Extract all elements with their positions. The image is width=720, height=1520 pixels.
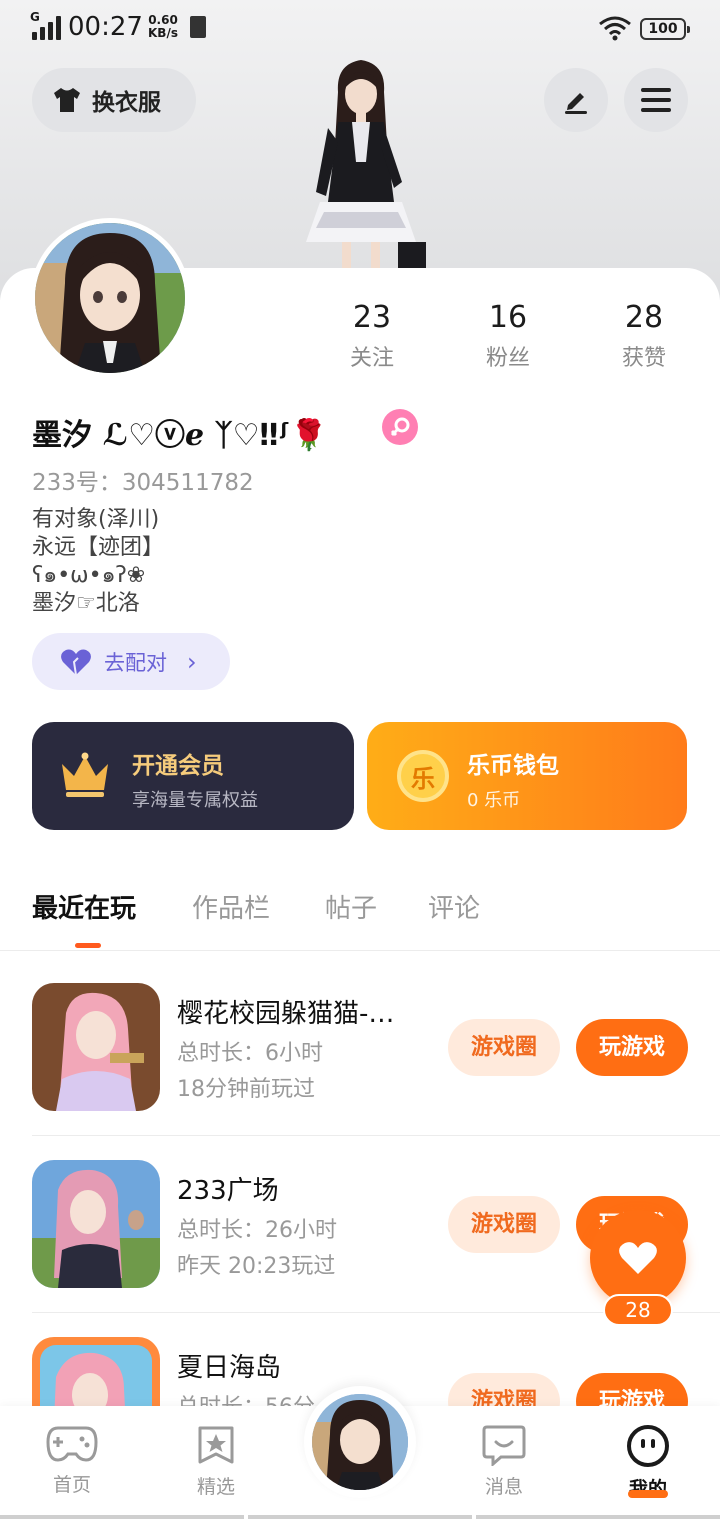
heart-icon [619,1242,657,1274]
tab-posts[interactable]: 帖子 [325,888,377,925]
gesture-bar [0,1512,720,1520]
hamburger-menu-icon [641,88,671,112]
divider [0,950,720,951]
nav-featured[interactable]: 精选 [166,1424,266,1499]
edit-profile-button[interactable] [544,68,608,132]
game-name: 夏日海岛 [177,1353,282,1383]
tab-comments[interactable]: 评论 [428,888,480,925]
like-count-badge: 28 [603,1294,673,1326]
bio: 有对象(泽川) 永远【迹团】 ʕ๑•ω•๑ʔ❀ 墨汐☞北洛 [32,507,165,616]
status-bar: G 00:27 0.60 KB/s 100 [0,0,720,56]
change-clothes-button[interactable]: 换衣服 [32,68,196,132]
avatar-3d-figure[interactable] [276,52,446,272]
active-tab-indicator [628,1490,668,1498]
signal-icon: G [30,10,62,40]
nav-home[interactable]: 首页 [22,1424,122,1497]
game-duration: 总时长：6小时 [177,1041,323,1066]
game-name: 233广场 [177,1176,279,1206]
likes-stat[interactable]: 28 获赞 [584,298,704,372]
tab-recently-played[interactable]: 最近在玩 [32,888,136,925]
nickname: 墨汐 ℒ♡ⓥℯ ᛉ♡‼︎ᶴ🌹 [32,418,328,453]
game-icon[interactable] [32,983,160,1111]
tab-indicator [75,943,101,948]
chevron-right-icon: › [187,647,197,676]
female-gender-icon [382,409,418,445]
game-duration: 总时长：26小时 [177,1218,337,1243]
tshirt-icon [54,88,80,112]
game-row[interactable]: 樱花校园躲猫猫-… 总时长：6小时 18分钟前玩过 游戏圈 玩游戏 [0,983,720,1159]
star-bookmark-icon [198,1426,234,1464]
divider [32,1135,720,1136]
nav-avatar-center[interactable] [304,1386,416,1498]
game-name: 樱花校园躲猫猫-… [177,999,395,1029]
pen-icon [565,93,587,114]
profile-avatar[interactable] [30,218,190,378]
wifi-icon [599,16,631,41]
wallet-card[interactable]: 乐 乐币钱包 0 乐币 [367,722,687,830]
battery-indicator: 100 [640,18,690,40]
play-game-button[interactable]: 玩游戏 [576,1019,688,1076]
menu-button[interactable] [624,68,688,132]
coin-icon: 乐 [397,750,449,802]
bottom-navigation: 首页 精选 消息 我的 [0,1386,720,1520]
clock: 00:27 [68,12,143,42]
vip-membership-card[interactable]: 开通会员 享海量专属权益 [32,722,354,830]
match-button[interactable]: 去配对 › [32,633,230,690]
chat-smile-icon [482,1425,526,1468]
user-id: 233号：304511782 [32,470,254,496]
game-last-played: 18分钟前玩过 [177,1077,315,1102]
face-icon [627,1425,669,1467]
crown-icon [62,752,108,797]
nav-messages[interactable]: 消息 [454,1424,554,1499]
clipboard-icon [190,16,206,38]
game-last-played: 昨天 20:23玩过 [177,1254,336,1279]
followers-stat[interactable]: 16 粉丝 [448,298,568,372]
network-speed: 0.60 KB/s [148,13,178,40]
heart-icon [61,649,91,675]
game-circle-button[interactable]: 游戏圈 [448,1019,560,1076]
following-stat[interactable]: 23 关注 [312,298,432,372]
like-button[interactable] [590,1210,686,1306]
game-circle-button[interactable]: 游戏圈 [448,1196,560,1253]
avatar-image [35,223,185,373]
gamepad-icon [46,1426,98,1462]
avatar-image [312,1394,408,1490]
tab-works[interactable]: 作品栏 [192,888,270,925]
game-icon[interactable] [32,1160,160,1288]
